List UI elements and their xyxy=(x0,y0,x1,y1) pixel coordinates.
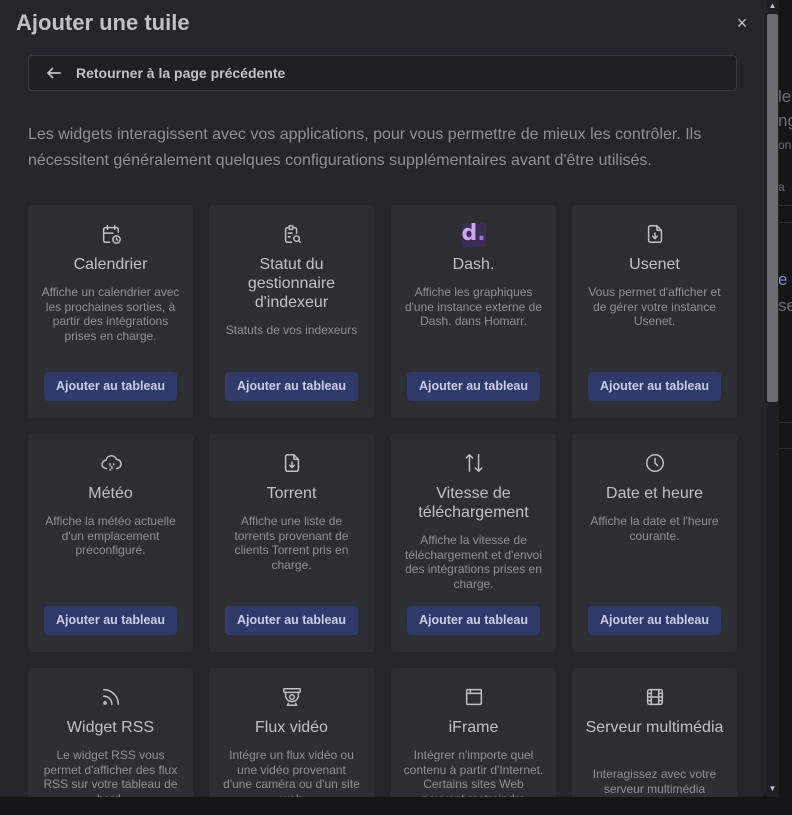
widget-title: iFrame xyxy=(448,719,499,736)
film-icon xyxy=(646,688,663,706)
modal-scrollbar[interactable]: ▲ ▼ xyxy=(766,0,779,797)
widget-title: Météo xyxy=(88,485,133,502)
scroll-down-arrow-icon[interactable]: ▼ xyxy=(767,783,778,795)
widget-card-rss: Widget RSS Le widget RSS vous permet d'a… xyxy=(28,668,193,797)
widget-description: Intégre un flux vidéo ou une vidéo prove… xyxy=(223,748,360,797)
widget-description: Affiche la vitesse de téléchargement et … xyxy=(404,533,543,591)
widget-card-download-speed: Vitesse de téléchargement Affiche la vit… xyxy=(391,434,556,652)
modal-title: Ajouter une tuile xyxy=(16,10,190,35)
widget-description: Affiche une liste de torrents provenant … xyxy=(234,514,349,572)
rss-icon xyxy=(102,688,119,706)
background-text-fragment: le xyxy=(778,87,792,106)
widget-description: Statuts de vos indexeurs xyxy=(225,323,358,337)
widget-title: Flux vidéo xyxy=(255,719,328,736)
file-download-icon xyxy=(647,225,662,243)
widget-description: Le widget RSS vous permet d'afficher des… xyxy=(43,748,178,797)
file-download-icon xyxy=(284,454,299,472)
add-to-board-button[interactable]: Ajouter au tableau xyxy=(588,606,721,635)
widget-title: Dash. xyxy=(452,256,495,273)
widget-card-torrent: Torrent Affiche une liste de torrents pr… xyxy=(209,434,374,652)
widget-title: Widget RSS xyxy=(66,719,155,736)
widget-card-calendar: Calendrier Affiche un calendrier avec le… xyxy=(28,205,193,418)
widget-description: Affiche un calendrier avec les prochaine… xyxy=(41,285,180,343)
widget-description: Affiche les graphiques d'une instance ex… xyxy=(404,285,543,328)
add-to-board-button[interactable]: Ajouter au tableau xyxy=(44,372,177,401)
widget-card-date-time: Date et heure Affiche la date et l'heure… xyxy=(572,434,737,652)
browser-icon xyxy=(465,688,482,706)
background-text-fragment: ng xyxy=(778,111,792,130)
widget-title: Date et heure xyxy=(606,485,703,502)
background-text-fragment: se xyxy=(778,296,792,315)
widget-title: Statut du gestionnaire d'indexeur xyxy=(247,256,336,311)
arrows-up-down-icon xyxy=(464,454,483,472)
add-to-board-button[interactable]: Ajouter au tableau xyxy=(225,606,358,635)
background-text-fragment: on xyxy=(778,138,792,152)
widget-title: Usenet xyxy=(629,256,680,273)
scrollbar-thumb[interactable] xyxy=(767,14,778,402)
widget-title: Serveur multimédia xyxy=(585,719,724,736)
widget-title: Calendrier xyxy=(73,256,148,273)
widget-card-video-stream: Flux vidéo Intégre un flux vidéo ou une … xyxy=(209,668,374,797)
widget-description: Affiche la date et l'heure courante. xyxy=(590,514,719,543)
widget-card-weather: Météo Affiche la météo actuelle d'un emp… xyxy=(28,434,193,652)
back-button-label: Retourner à la page précédente xyxy=(76,65,286,81)
close-icon: × xyxy=(736,13,748,33)
widget-card-usenet: Usenet Vous permet d'afficher et de gére… xyxy=(572,205,737,418)
back-button[interactable]: Retourner à la page précédente xyxy=(28,55,737,91)
arrow-left-icon xyxy=(47,67,61,79)
cloud-rain-icon xyxy=(100,455,122,472)
widget-description: Affiche la météo actuelle d'un emplaceme… xyxy=(45,514,176,557)
widget-card-dash: d. Dash. Affiche les graphiques d'une in… xyxy=(391,205,556,418)
camera-icon xyxy=(282,688,301,706)
calendar-clock-icon xyxy=(102,225,121,244)
widget-description: Intégrer n'importe quel contenu à partir… xyxy=(403,748,544,797)
add-to-board-button[interactable]: Ajouter au tableau xyxy=(407,606,540,635)
widget-description: Vous permet d'afficher et de gérer votre… xyxy=(588,285,721,328)
add-tile-modal: Ajouter une tuile × Retourner à la page … xyxy=(0,0,766,797)
widget-title: Vitesse de téléchargement xyxy=(418,485,529,521)
widget-card-iframe: iFrame Intégrer n'importe quel contenu à… xyxy=(391,668,556,797)
widget-card-media-server: Serveur multimédia Interagissez avec vot… xyxy=(572,668,737,797)
add-to-board-button[interactable]: Ajouter au tableau xyxy=(588,372,721,401)
widget-card-indexer-manager: Statut du gestionnaire d'indexeur Statut… xyxy=(209,205,374,418)
add-to-board-button[interactable]: Ajouter au tableau xyxy=(407,372,540,401)
clipboard-search-icon xyxy=(284,225,301,243)
background-text-fragment: a xyxy=(778,180,785,194)
background-text-fragment: e xyxy=(778,270,788,289)
widget-title: Torrent xyxy=(266,485,317,502)
widgets-intro-text: Les widgets interagissent avec vos appli… xyxy=(28,126,702,169)
clock-icon xyxy=(645,454,664,472)
widget-description: Interagissez avec votre serveur multiméd… xyxy=(592,767,717,796)
dash-logo-icon: d. xyxy=(461,221,486,247)
add-to-board-button[interactable]: Ajouter au tableau xyxy=(225,372,358,401)
add-to-board-button[interactable]: Ajouter au tableau xyxy=(44,606,177,635)
close-button[interactable]: × xyxy=(730,12,754,36)
scroll-up-arrow-icon[interactable]: ▲ xyxy=(767,0,778,12)
